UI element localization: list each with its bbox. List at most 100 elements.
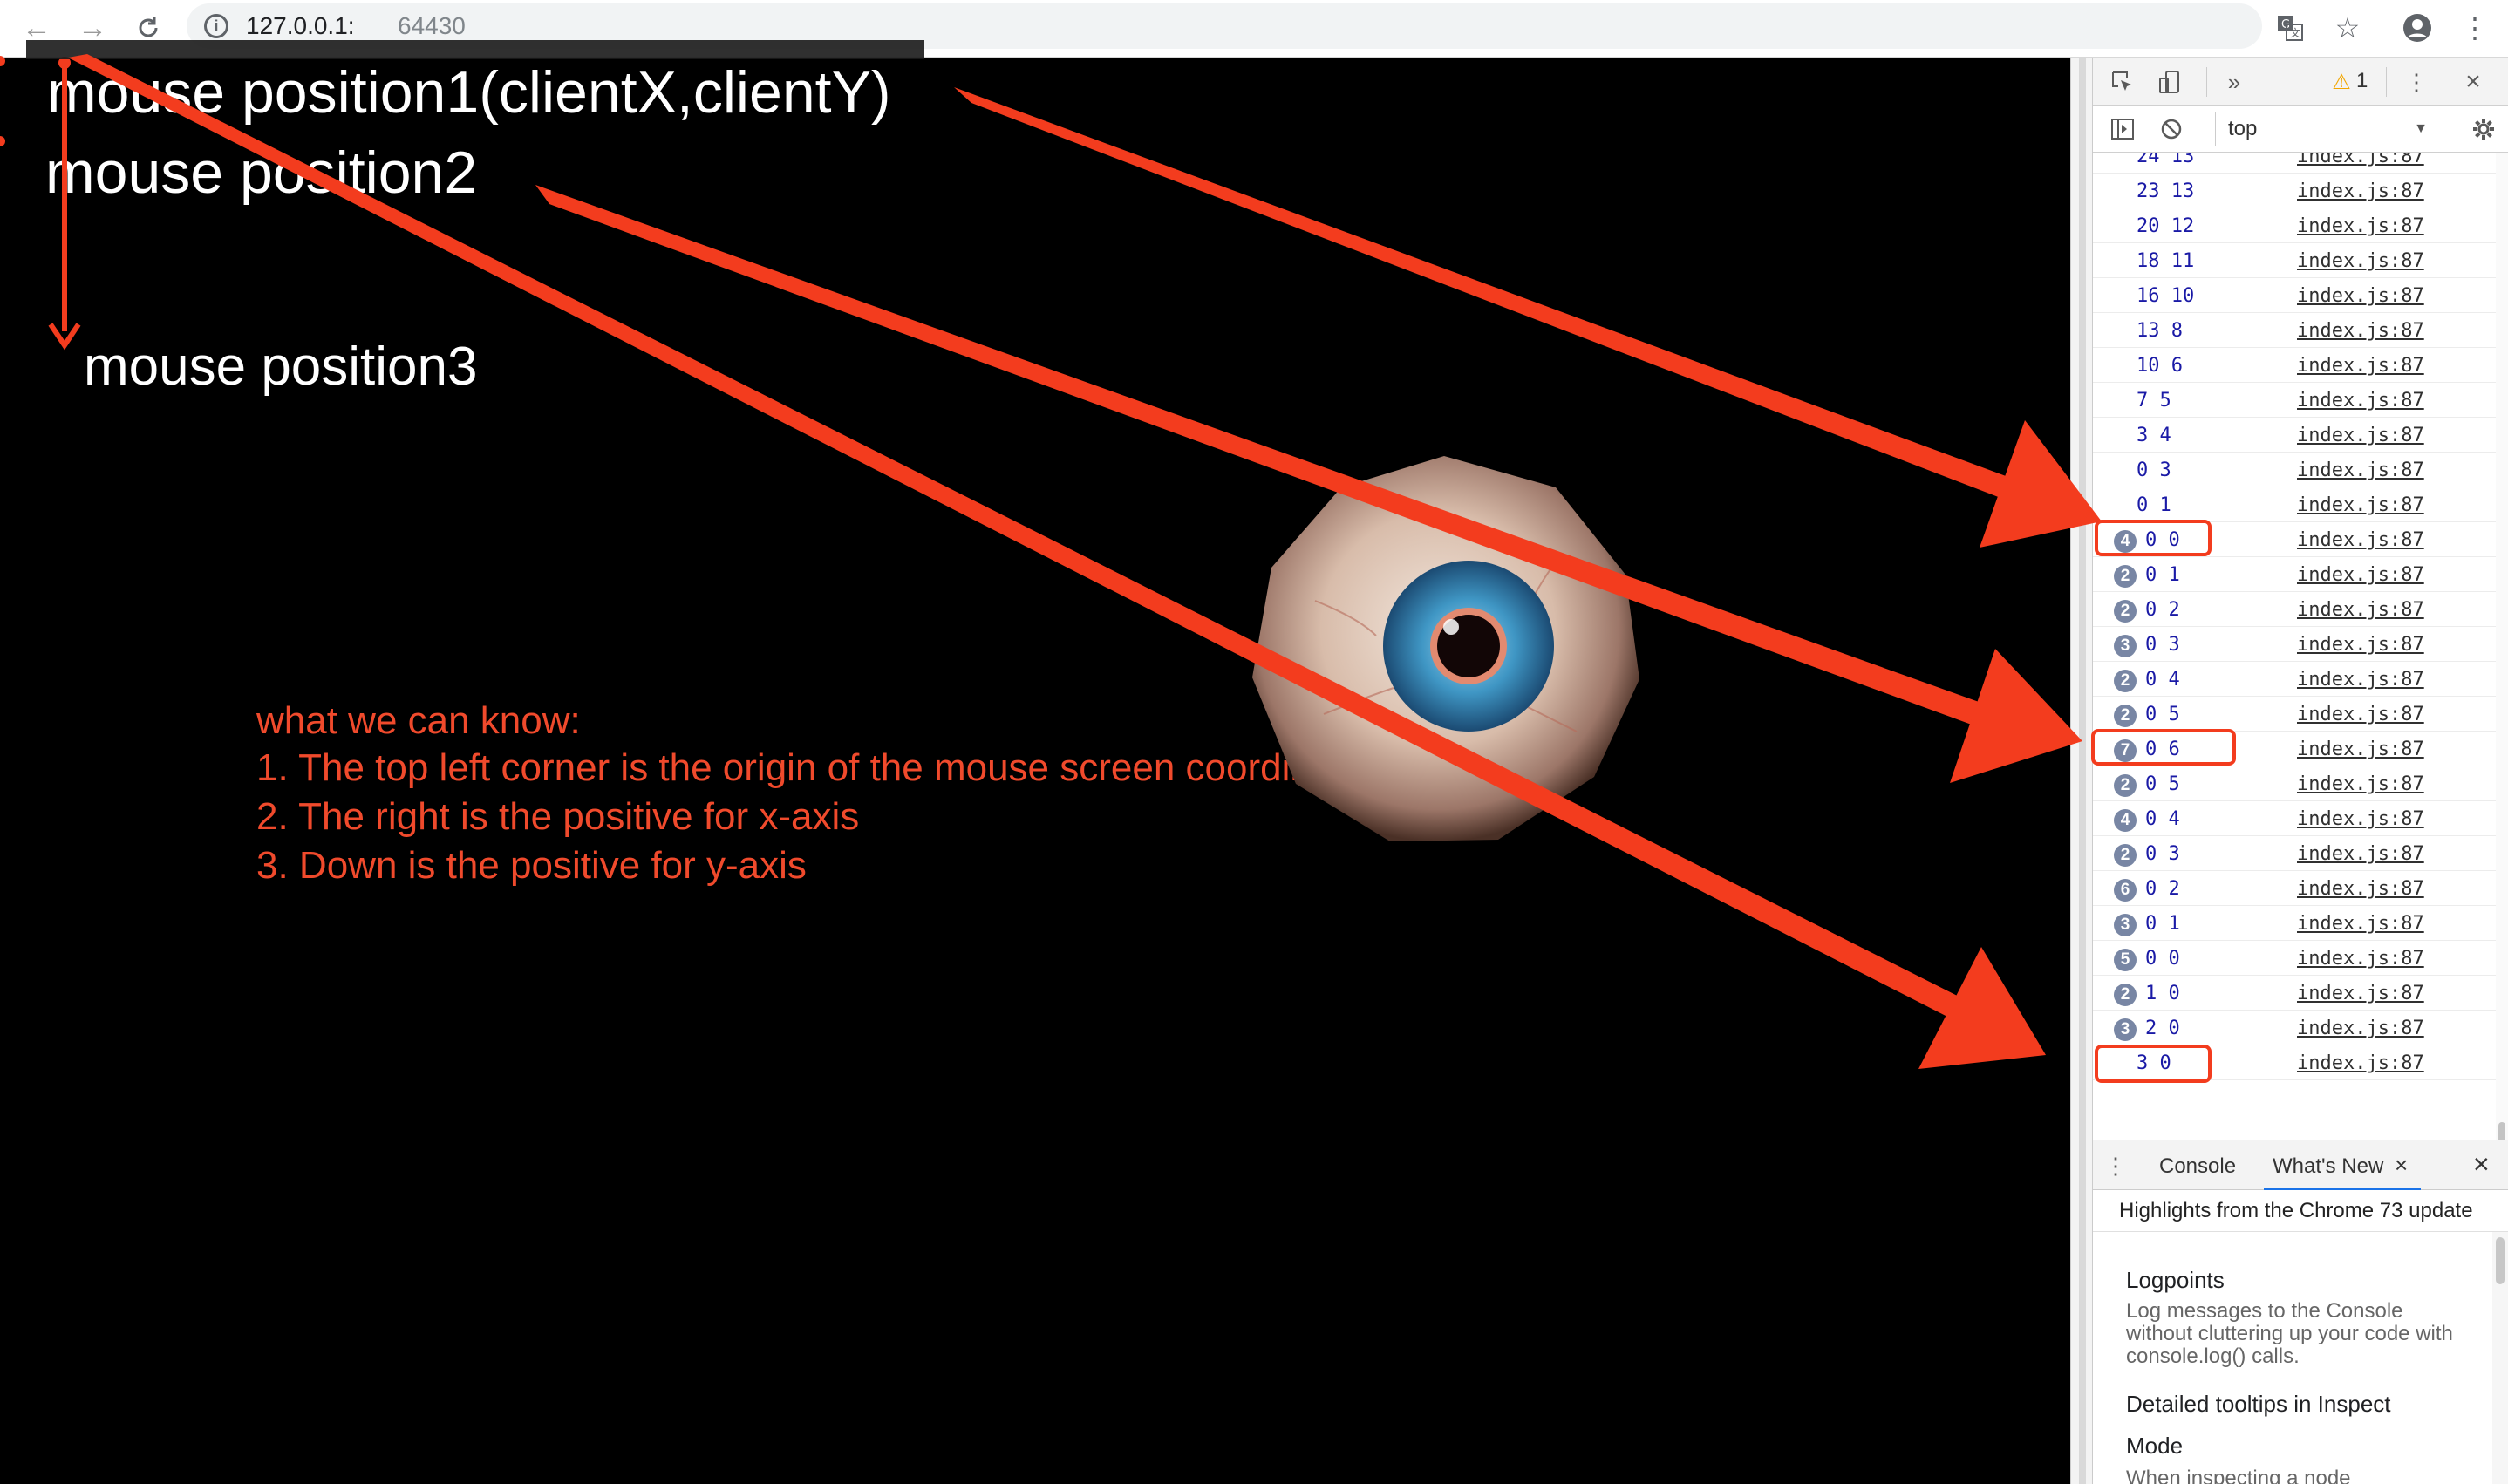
log-source-link[interactable]: index.js:87 [2297,983,2424,1004]
console-log-row[interactable]: 5 0 0 index.js:87 [2093,941,2496,976]
console-scrollbar[interactable] [2496,153,2508,1199]
console-log-row[interactable]: 0 3 index.js:87 [2093,453,2496,487]
log-source-link[interactable]: index.js:87 [2297,425,2424,446]
log-source-link[interactable]: index.js:87 [2297,878,2424,900]
console-log-row[interactable]: 2 0 3 index.js:87 [2093,836,2496,871]
console-log-row[interactable]: 3 4 index.js:87 [2093,418,2496,453]
log-source-link[interactable]: index.js:87 [2297,1052,2424,1074]
back-arrow-icon[interactable]: ← [17,9,56,47]
console-log-row[interactable]: 4 0 0 index.js:87 [2093,522,2496,557]
console-log-row[interactable]: 2 0 5 index.js:87 [2093,697,2496,732]
whats-new-item-title[interactable]: Detailed tooltips in Inspect [2126,1391,2391,1418]
log-source-link[interactable]: index.js:87 [2297,529,2424,551]
whats-new-item-title[interactable]: Logpoints [2126,1267,2225,1294]
log-message: 0 1 [2145,913,2180,935]
close-icon[interactable]: × [2457,67,2489,97]
drawer-menu-icon[interactable]: ⋮ [2104,1151,2127,1181]
log-source-link[interactable]: index.js:87 [2297,739,2424,760]
log-source-link[interactable]: index.js:87 [2297,153,2424,167]
context-selector[interactable]: top ▼ [2215,112,2436,146]
console-log-row[interactable]: 4 0 4 index.js:87 [2093,801,2496,836]
whats-new-scrollbar[interactable] [2492,1232,2508,1484]
whats-new-item-title[interactable]: Mode [2126,1433,2183,1460]
console-log-row[interactable]: 20 12 index.js:87 [2093,208,2496,243]
console-log-row[interactable]: 0 1 index.js:87 [2093,487,2496,522]
console-log-row[interactable]: 24 13 index.js:87 [2093,153,2496,174]
log-source-link[interactable]: index.js:87 [2297,599,2424,621]
mouse-position-3-label: mouse position3 [84,337,478,397]
console-log-row[interactable]: 6 0 2 index.js:87 [2093,871,2496,906]
device-toggle-icon[interactable] [2154,67,2185,97]
log-message: 0 1 [2145,564,2180,586]
log-message: 13 8 [2137,320,2183,342]
log-source-link[interactable]: index.js:87 [2297,250,2424,272]
console-log-row[interactable]: 3 2 0 index.js:87 [2093,1011,2496,1045]
console-log-row[interactable]: 16 10 index.js:87 [2093,278,2496,313]
log-source-link[interactable]: index.js:87 [2297,913,2424,935]
log-source-link[interactable]: index.js:87 [2297,494,2424,516]
info-icon[interactable]: i [204,14,228,38]
log-source-link[interactable]: index.js:87 [2297,564,2424,586]
log-message: 23 13 [2137,180,2195,202]
console-log-row[interactable]: 3 0 3 index.js:87 [2093,627,2496,662]
inspect-element-icon[interactable] [2107,67,2138,97]
log-source-link[interactable]: index.js:87 [2297,948,2424,970]
devtools-splitter[interactable] [2070,58,2093,1484]
log-message: 16 10 [2137,285,2195,307]
more-tabs-icon[interactable]: » [2218,67,2250,97]
devtools-panel: » ⚠ 1 ⋮ × top ▼ 24 13 index.js:87 23 13 ind… [2093,58,2508,1484]
console-log-row[interactable]: 7 0 6 index.js:87 [2093,732,2496,766]
console-log-row[interactable]: 2 0 4 index.js:87 [2093,662,2496,697]
log-source-link[interactable]: index.js:87 [2297,669,2424,691]
sidebar-toggle-icon[interactable] [2107,114,2138,144]
console-log-row[interactable]: 18 11 index.js:87 [2093,243,2496,278]
log-source-link[interactable]: index.js:87 [2297,285,2424,307]
clear-console-icon[interactable] [2156,114,2187,144]
console-log-row[interactable]: 2 0 1 index.js:87 [2093,557,2496,592]
tab-console[interactable]: Console [2159,1154,2236,1179]
reload-icon[interactable] [129,9,167,47]
log-source-link[interactable]: index.js:87 [2297,1018,2424,1039]
console-log-row[interactable]: 23 13 index.js:87 [2093,174,2496,208]
console-log-row[interactable]: 3 0 1 index.js:87 [2093,906,2496,941]
warning-icon[interactable]: ⚠ [2328,67,2355,97]
console-log-area[interactable]: 24 13 index.js:87 23 13 index.js:87 20 12 ind… [2093,153,2508,1199]
console-log-row[interactable]: 2 0 2 index.js:87 [2093,592,2496,627]
log-source-link[interactable]: index.js:87 [2297,355,2424,377]
page-viewport[interactable]: mouse position1(clientX,clientY) mouse p… [0,58,2070,1484]
console-log-row[interactable]: 2 0 5 index.js:87 [2093,766,2496,801]
drawer-close-icon[interactable]: × [2473,1148,2490,1181]
log-source-link[interactable]: index.js:87 [2297,808,2424,830]
log-source-link[interactable]: index.js:87 [2297,180,2424,202]
log-message: 0 3 [2145,634,2180,656]
kebab-menu-icon[interactable]: ⋮ [2403,67,2430,97]
address-bar[interactable]: i 127.0.0.1: 64430 [187,3,2262,49]
settings-icon[interactable] [2468,114,2499,144]
log-message: 0 0 [2145,529,2180,551]
tab-whats-new[interactable]: What's New [2273,1154,2383,1179]
log-source-link[interactable]: index.js:87 [2297,215,2424,237]
whats-new-content[interactable]: Logpoints Log messages to the Console wi… [2093,1232,2508,1484]
log-source-link[interactable]: index.js:87 [2297,459,2424,481]
console-log-row[interactable]: 10 6 index.js:87 [2093,348,2496,383]
forward-arrow-icon[interactable]: → [73,9,112,47]
log-source-link[interactable]: index.js:87 [2297,773,2424,795]
log-source-link[interactable]: index.js:87 [2297,390,2424,412]
note-heading: what we can know: [256,699,581,742]
tab-close-icon[interactable]: × [2395,1152,2408,1179]
console-log-row[interactable]: 3 0 index.js:87 [2093,1045,2496,1080]
repeat-count-badge: 3 [2114,1018,2137,1041]
console-log-row[interactable]: 7 5 index.js:87 [2093,383,2496,418]
more-vert-icon[interactable]: ⋮ [2456,9,2494,47]
log-message: 3 4 [2137,425,2171,446]
log-source-link[interactable]: index.js:87 [2297,843,2424,865]
account-icon[interactable] [2398,9,2436,47]
translate-icon[interactable]: G文 [2271,9,2309,47]
log-source-link[interactable]: index.js:87 [2297,704,2424,725]
star-icon[interactable]: ☆ [2328,9,2367,47]
console-log-row[interactable]: 13 8 index.js:87 [2093,313,2496,348]
warning-count[interactable]: 1 [2356,69,2368,93]
log-source-link[interactable]: index.js:87 [2297,634,2424,656]
log-source-link[interactable]: index.js:87 [2297,320,2424,342]
console-log-row[interactable]: 2 1 0 index.js:87 [2093,976,2496,1011]
